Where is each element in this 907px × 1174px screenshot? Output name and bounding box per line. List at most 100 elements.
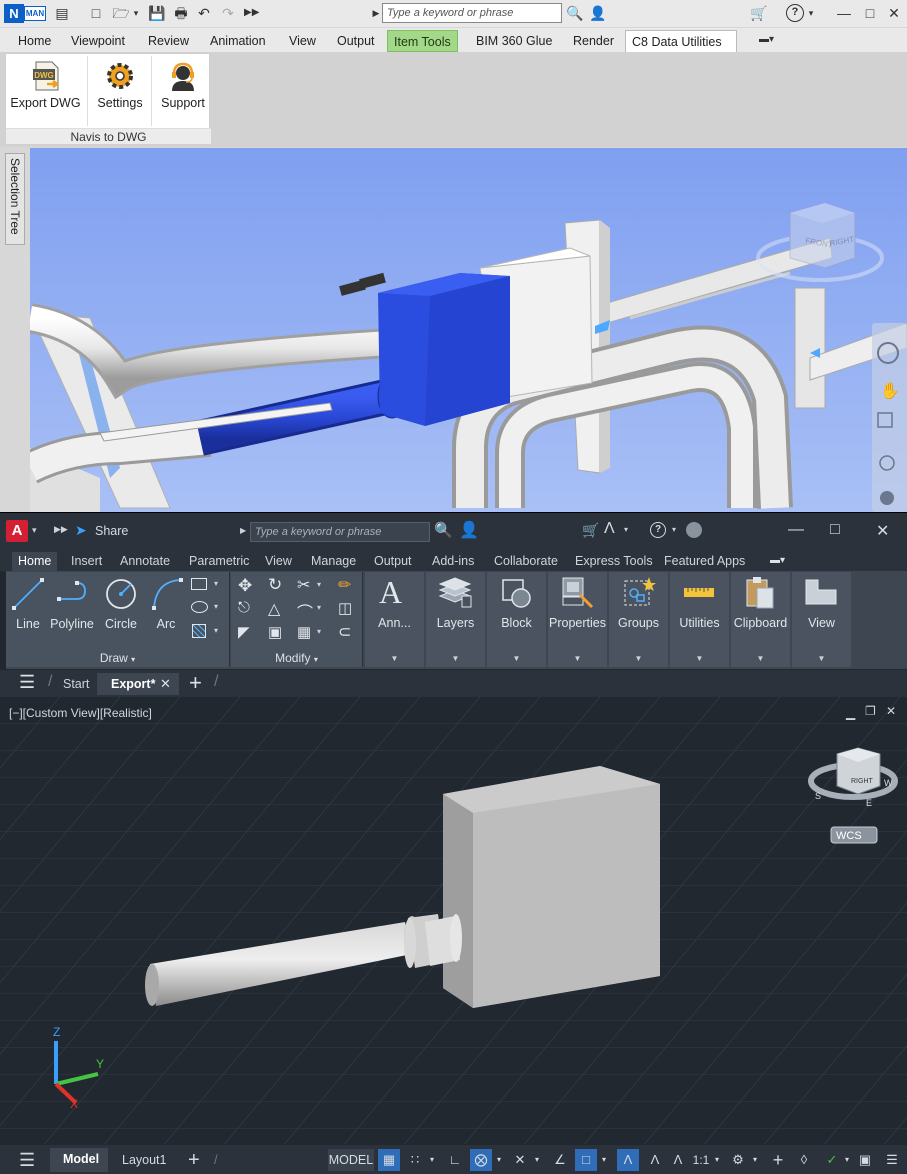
tab-home[interactable]: Home — [12, 30, 57, 52]
polar-tracking-icon[interactable]: ⨂ — [470, 1149, 492, 1171]
export-dwg-button[interactable]: DWG Export DWG — [8, 56, 83, 130]
navis-search-input[interactable]: Type a keyword or phrase — [382, 3, 562, 23]
user-icon[interactable]: 👤 — [459, 520, 479, 540]
offset-icon[interactable]: ⊂ — [338, 622, 351, 642]
grid-toggle-icon[interactable]: ▦ — [378, 1149, 400, 1171]
tab-featured-apps[interactable]: Featured Apps — [658, 552, 751, 571]
export-file-tab[interactable]: Export* ✕ — [97, 673, 179, 695]
close-tab-icon[interactable]: ✕ — [160, 673, 171, 695]
tab-bim-360-glue[interactable]: BIM 360 Glue — [470, 30, 558, 52]
clipboard-button[interactable]: Clipboard ▼ — [731, 572, 790, 667]
object-snap-tracking-icon[interactable]: ∠ — [550, 1149, 570, 1171]
navis-app-logo[interactable]: N MAN — [4, 4, 46, 23]
hatch-tool[interactable] — [191, 601, 208, 613]
fillet-dropdown-icon[interactable]: ▾ — [317, 603, 321, 612]
new-file-icon[interactable]: □ — [88, 4, 104, 22]
layers-button[interactable]: Layers ▼ — [426, 572, 485, 667]
app-menu-dropdown-icon[interactable]: ▾ — [32, 525, 37, 536]
annotation-visibility-icon[interactable]: Λ — [645, 1149, 665, 1171]
redo-icon[interactable]: ↷ — [220, 4, 236, 22]
isodraft-icon[interactable]: ✕ — [510, 1149, 530, 1171]
polyline-tool[interactable]: Polyline — [47, 575, 97, 635]
tab-item-tools[interactable]: Item Tools — [387, 30, 458, 52]
search-icon[interactable]: 🔍 — [434, 521, 453, 539]
tab-add-ins[interactable]: Add-ins — [426, 552, 480, 571]
quick-access-overflow-icon[interactable]: ▶▶ — [244, 4, 259, 22]
tab-insert[interactable]: Insert — [65, 552, 108, 571]
mirror-icon[interactable]: △ — [268, 599, 280, 619]
ribbon-minimize-icon[interactable]: ▬▾ — [770, 555, 785, 566]
circle-tool[interactable]: Circle — [99, 575, 143, 635]
layout1-tab[interactable]: Layout1 — [122, 1149, 166, 1171]
polar-dropdown-icon[interactable]: ▾ — [494, 1149, 504, 1171]
look-icon[interactable] — [880, 491, 894, 505]
clean-screen-icon[interactable]: ▣ — [855, 1149, 875, 1171]
model-layout-tab[interactable]: Model — [50, 1148, 108, 1172]
viewport-minimize-icon[interactable]: ▁ — [846, 706, 855, 720]
tab-review[interactable]: Review — [142, 30, 195, 52]
tab-home[interactable]: Home — [12, 552, 58, 571]
annotation-scale-icon[interactable]: Λ — [617, 1149, 639, 1171]
autodesk-dropdown-icon[interactable]: ▾ — [624, 525, 628, 534]
undo-icon[interactable]: ↶ — [196, 4, 212, 22]
snap-mode-icon[interactable]: ∷ — [405, 1149, 425, 1171]
pan-hand-icon[interactable]: ✋ — [880, 381, 900, 400]
line-tool[interactable]: Line — [9, 575, 47, 635]
view-panel-button[interactable]: View ▼ — [792, 572, 851, 667]
new-layout-plus-icon[interactable]: + — [188, 1149, 200, 1171]
minimize-button[interactable]: — — [836, 4, 852, 22]
trim-dropdown-icon[interactable]: ▾ — [317, 580, 321, 589]
user-icon[interactable]: 👤 — [589, 4, 607, 22]
autocad-app-button[interactable]: A — [6, 520, 28, 542]
autocad-drawing-area[interactable]: Z Y X RIGHT W S E WCS [−][Custom View][R… — [0, 696, 907, 1144]
ribbon-minimize-icon[interactable]: ▬▾ — [759, 34, 785, 48]
viewport-restore-icon[interactable]: ❐ — [865, 704, 876, 718]
rectangle-dropdown-icon[interactable]: ▾ — [214, 579, 218, 588]
help-icon[interactable]: ? — [650, 522, 666, 538]
tab-manage[interactable]: Manage — [305, 552, 362, 571]
gradient-tool[interactable] — [192, 624, 206, 638]
properties-button[interactable]: Properties ▼ — [548, 572, 607, 667]
binoculars-icon[interactable]: 🔍 — [566, 4, 584, 22]
tab-view[interactable]: View — [259, 552, 298, 571]
utilities-button[interactable]: Utilities ▼ — [670, 572, 729, 667]
new-tab-plus-icon[interactable]: + — [189, 670, 202, 696]
hamburger-menu-icon[interactable]: ☰ — [19, 672, 35, 693]
gradient-dropdown-icon[interactable]: ▾ — [214, 626, 218, 635]
share-icon[interactable]: ➤ — [75, 522, 87, 539]
search-expand-icon[interactable]: ▶ — [372, 4, 380, 22]
help-dropdown-icon[interactable]: ▾ — [672, 525, 676, 534]
workspace-gear-icon[interactable]: ⚙ — [728, 1149, 748, 1171]
tab-view[interactable]: View — [283, 30, 322, 52]
quick-access-overflow-icon[interactable]: ▶▶ — [54, 524, 68, 535]
object-snap-icon[interactable]: □ — [575, 1149, 597, 1171]
navis-3d-viewport[interactable]: FRONT RIGHT ✋ — [30, 148, 907, 512]
rotate-icon[interactable]: ↻ — [268, 575, 282, 595]
modify-panel-footer[interactable]: Modify ▾ — [231, 649, 362, 667]
annotation-button[interactable]: A Ann... ▼ — [365, 572, 424, 667]
copy-icon[interactable]: ⎋ — [238, 599, 250, 616]
annotation-monitor-icon[interactable]: + — [768, 1149, 788, 1171]
tab-c8-data-utilities[interactable]: C8 Data Utilities — [625, 30, 737, 52]
tab-render[interactable]: Render — [567, 30, 620, 52]
scale-icon[interactable]: ▣ — [268, 623, 282, 641]
array-icon[interactable]: ▦ — [297, 623, 311, 641]
fillet-icon[interactable]: ⌒ — [297, 599, 313, 623]
share-button[interactable]: Share — [95, 524, 128, 538]
units-icon[interactable]: ◊ — [793, 1149, 815, 1171]
support-button[interactable]: Support — [154, 56, 212, 130]
connect-icon[interactable] — [686, 522, 702, 538]
viewport-controls-label[interactable]: [−][Custom View][Realistic] — [9, 706, 152, 720]
arc-tool[interactable]: Arc — [146, 575, 186, 635]
trim-icon[interactable]: ✂ — [297, 575, 310, 595]
move-icon[interactable]: ✥ — [238, 576, 252, 596]
tab-animation[interactable]: Animation — [204, 30, 272, 52]
ortho-icon[interactable]: ∟ — [445, 1149, 465, 1171]
tab-annotate[interactable]: Annotate — [114, 552, 176, 571]
save-icon[interactable]: 💾 — [148, 4, 165, 22]
maximize-button[interactable]: □ — [862, 4, 878, 22]
tab-collaborate[interactable]: Collaborate — [488, 552, 564, 571]
array-dropdown-icon[interactable]: ▾ — [317, 627, 321, 636]
quick-properties-icon[interactable]: ✓ — [822, 1149, 842, 1171]
selection-tree-tab[interactable]: Selection Tree — [5, 153, 25, 245]
